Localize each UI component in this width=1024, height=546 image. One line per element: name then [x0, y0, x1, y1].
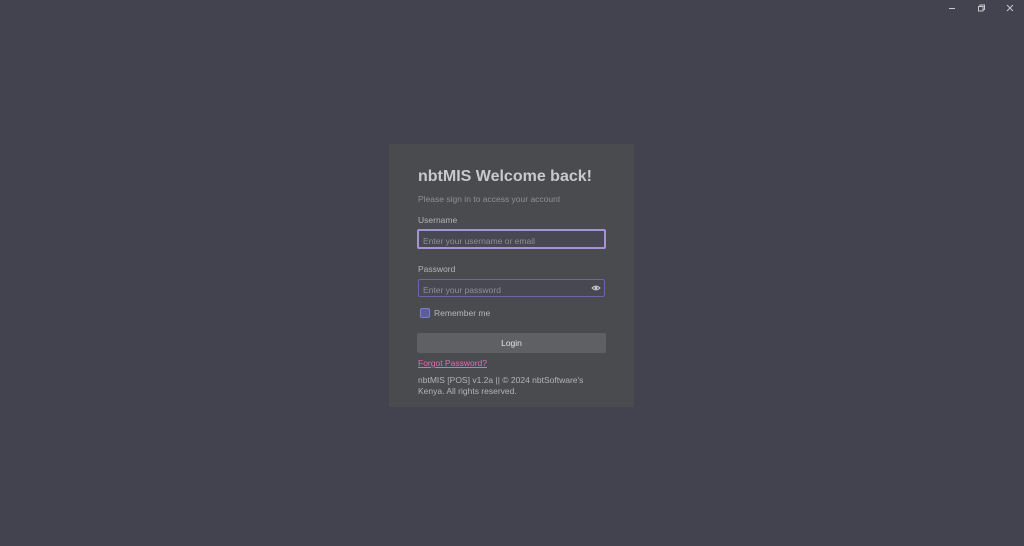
restore-icon — [977, 4, 985, 12]
password-field-wrapper — [418, 279, 605, 298]
login-button[interactable]: Login — [417, 333, 606, 353]
minimize-icon — [948, 8, 955, 9]
close-icon — [1006, 4, 1013, 12]
remember-me-row: Remember me — [418, 307, 606, 319]
username-input[interactable] — [419, 233, 604, 249]
remember-me-label[interactable]: Remember me — [434, 307, 490, 319]
username-label: Username — [418, 215, 458, 225]
restore-button[interactable] — [966, 0, 995, 16]
minimize-button[interactable] — [937, 0, 966, 16]
forgot-password-link[interactable]: Forgot Password? — [418, 357, 487, 369]
eye-icon[interactable] — [591, 283, 601, 293]
footer-copyright: nbtMIS [POS] v1.2a || © 2024 nbtSoftware… — [418, 375, 584, 396]
username-field-wrapper — [417, 229, 606, 249]
login-title: nbtMIS Welcome back! — [418, 168, 592, 185]
remember-me-checkbox[interactable] — [420, 308, 430, 318]
close-button[interactable] — [995, 0, 1024, 16]
password-input[interactable] — [419, 282, 604, 298]
window-controls — [937, 0, 1024, 16]
password-label: Password — [418, 264, 456, 274]
login-subtitle: Please sign in to access your account — [418, 194, 561, 204]
login-card: nbtMIS Welcome back! Please sign in to a… — [389, 144, 634, 407]
